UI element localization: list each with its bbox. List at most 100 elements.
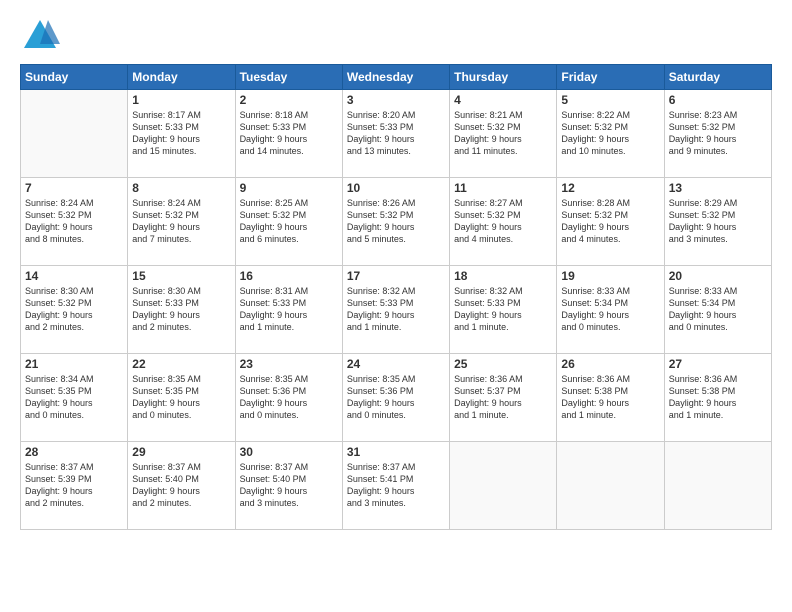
day-info: Sunrise: 8:32 AM Sunset: 5:33 PM Dayligh… — [347, 285, 445, 334]
day-number: 22 — [132, 357, 230, 371]
calendar-cell — [557, 442, 664, 530]
day-info: Sunrise: 8:24 AM Sunset: 5:32 PM Dayligh… — [25, 197, 123, 246]
day-number: 4 — [454, 93, 552, 107]
day-number: 9 — [240, 181, 338, 195]
day-info: Sunrise: 8:31 AM Sunset: 5:33 PM Dayligh… — [240, 285, 338, 334]
calendar-cell: 4 Sunrise: 8:21 AM Sunset: 5:32 PM Daylig… — [450, 90, 557, 178]
day-number: 1 — [132, 93, 230, 107]
day-number: 29 — [132, 445, 230, 459]
calendar-cell: 14 Sunrise: 8:30 AM Sunset: 5:32 PM Dayli… — [21, 266, 128, 354]
day-number: 23 — [240, 357, 338, 371]
calendar-cell: 20Sunrise: 8:33 AM Sunset: 5:34 PM Dayli… — [664, 266, 771, 354]
day-info: Sunrise: 8:33 AM Sunset: 5:34 PM Dayligh… — [561, 285, 659, 334]
calendar-cell: 13 Sunrise: 8:29 AM Sunset: 5:32 PM Dayli… — [664, 178, 771, 266]
logo-icon — [20, 16, 60, 56]
day-info: Sunrise: 8:35 AM Sunset: 5:35 PM Dayligh… — [132, 373, 230, 422]
calendar-cell: 8 Sunrise: 8:24 AM Sunset: 5:32 PM Daylig… — [128, 178, 235, 266]
day-info: Sunrise: 8:30 AM Sunset: 5:33 PM Dayligh… — [132, 285, 230, 334]
calendar-cell: 22 Sunrise: 8:35 AM Sunset: 5:35 PM Dayli… — [128, 354, 235, 442]
week-row-4: 21Sunrise: 8:34 AM Sunset: 5:35 PM Dayli… — [21, 354, 772, 442]
weekday-header-thursday: Thursday — [450, 65, 557, 90]
calendar-cell: 27 Sunrise: 8:36 AM Sunset: 5:38 PM Dayli… — [664, 354, 771, 442]
calendar-cell: 29 Sunrise: 8:37 AM Sunset: 5:40 PM Dayli… — [128, 442, 235, 530]
calendar-cell: 10Sunrise: 8:26 AM Sunset: 5:32 PM Dayli… — [342, 178, 449, 266]
calendar-cell: 24 Sunrise: 8:35 AM Sunset: 5:36 PM Dayli… — [342, 354, 449, 442]
day-number: 26 — [561, 357, 659, 371]
week-row-2: 7 Sunrise: 8:24 AM Sunset: 5:32 PM Daylig… — [21, 178, 772, 266]
day-number: 14 — [25, 269, 123, 283]
weekday-header-saturday: Saturday — [664, 65, 771, 90]
calendar-cell: 31 Sunrise: 8:37 AM Sunset: 5:41 PM Dayli… — [342, 442, 449, 530]
day-number: 17 — [347, 269, 445, 283]
calendar-cell: 11Sunrise: 8:27 AM Sunset: 5:32 PM Dayli… — [450, 178, 557, 266]
day-info: Sunrise: 8:20 AM Sunset: 5:33 PM Dayligh… — [347, 109, 445, 158]
day-info: Sunrise: 8:28 AM Sunset: 5:32 PM Dayligh… — [561, 197, 659, 246]
day-number: 18 — [454, 269, 552, 283]
calendar-cell: 15 Sunrise: 8:30 AM Sunset: 5:33 PM Dayli… — [128, 266, 235, 354]
day-number: 8 — [132, 181, 230, 195]
day-info: Sunrise: 8:37 AM Sunset: 5:41 PM Dayligh… — [347, 461, 445, 510]
calendar-cell: 26 Sunrise: 8:36 AM Sunset: 5:38 PM Dayli… — [557, 354, 664, 442]
day-info: Sunrise: 8:21 AM Sunset: 5:32 PM Dayligh… — [454, 109, 552, 158]
calendar-cell: 23 Sunrise: 8:35 AM Sunset: 5:36 PM Dayli… — [235, 354, 342, 442]
calendar-cell: 2 Sunrise: 8:18 AM Sunset: 5:33 PM Daylig… — [235, 90, 342, 178]
day-info: Sunrise: 8:36 AM Sunset: 5:38 PM Dayligh… — [669, 373, 767, 422]
day-info: Sunrise: 8:36 AM Sunset: 5:37 PM Dayligh… — [454, 373, 552, 422]
day-number: 27 — [669, 357, 767, 371]
day-info: Sunrise: 8:35 AM Sunset: 5:36 PM Dayligh… — [240, 373, 338, 422]
day-number: 24 — [347, 357, 445, 371]
day-info: Sunrise: 8:26 AM Sunset: 5:32 PM Dayligh… — [347, 197, 445, 246]
day-info: Sunrise: 8:29 AM Sunset: 5:32 PM Dayligh… — [669, 197, 767, 246]
day-info: Sunrise: 8:18 AM Sunset: 5:33 PM Dayligh… — [240, 109, 338, 158]
day-info: Sunrise: 8:24 AM Sunset: 5:32 PM Dayligh… — [132, 197, 230, 246]
weekday-header-monday: Monday — [128, 65, 235, 90]
day-info: Sunrise: 8:36 AM Sunset: 5:38 PM Dayligh… — [561, 373, 659, 422]
week-row-3: 14 Sunrise: 8:30 AM Sunset: 5:32 PM Dayli… — [21, 266, 772, 354]
calendar-cell — [21, 90, 128, 178]
weekday-header-tuesday: Tuesday — [235, 65, 342, 90]
day-number: 20 — [669, 269, 767, 283]
day-number: 19 — [561, 269, 659, 283]
day-number: 28 — [25, 445, 123, 459]
day-number: 12 — [561, 181, 659, 195]
week-row-5: 28 Sunrise: 8:37 AM Sunset: 5:39 PM Dayli… — [21, 442, 772, 530]
day-number: 2 — [240, 93, 338, 107]
day-info: Sunrise: 8:37 AM Sunset: 5:40 PM Dayligh… — [132, 461, 230, 510]
weekday-header-sunday: Sunday — [21, 65, 128, 90]
calendar-cell: 16 Sunrise: 8:31 AM Sunset: 5:33 PM Dayli… — [235, 266, 342, 354]
day-info: Sunrise: 8:25 AM Sunset: 5:32 PM Dayligh… — [240, 197, 338, 246]
calendar-cell — [450, 442, 557, 530]
day-info: Sunrise: 8:17 AM Sunset: 5:33 PM Dayligh… — [132, 109, 230, 158]
day-number: 13 — [669, 181, 767, 195]
day-info: Sunrise: 8:30 AM Sunset: 5:32 PM Dayligh… — [25, 285, 123, 334]
day-number: 31 — [347, 445, 445, 459]
calendar-cell: 1 Sunrise: 8:17 AM Sunset: 5:33 PM Daylig… — [128, 90, 235, 178]
calendar: SundayMondayTuesdayWednesdayThursdayFrid… — [20, 64, 772, 530]
week-row-1: 1 Sunrise: 8:17 AM Sunset: 5:33 PM Daylig… — [21, 90, 772, 178]
day-info: Sunrise: 8:34 AM Sunset: 5:35 PM Dayligh… — [25, 373, 123, 422]
day-number: 6 — [669, 93, 767, 107]
day-number: 15 — [132, 269, 230, 283]
calendar-cell: 7 Sunrise: 8:24 AM Sunset: 5:32 PM Daylig… — [21, 178, 128, 266]
calendar-cell: 25 Sunrise: 8:36 AM Sunset: 5:37 PM Dayli… — [450, 354, 557, 442]
day-number: 25 — [454, 357, 552, 371]
day-number: 5 — [561, 93, 659, 107]
day-info: Sunrise: 8:37 AM Sunset: 5:40 PM Dayligh… — [240, 461, 338, 510]
calendar-cell: 6Sunrise: 8:23 AM Sunset: 5:32 PM Daylig… — [664, 90, 771, 178]
day-info: Sunrise: 8:27 AM Sunset: 5:32 PM Dayligh… — [454, 197, 552, 246]
weekday-header-row: SundayMondayTuesdayWednesdayThursdayFrid… — [21, 65, 772, 90]
day-info: Sunrise: 8:37 AM Sunset: 5:39 PM Dayligh… — [25, 461, 123, 510]
logo — [20, 16, 60, 56]
calendar-cell: 18 Sunrise: 8:32 AM Sunset: 5:33 PM Dayli… — [450, 266, 557, 354]
weekday-header-friday: Friday — [557, 65, 664, 90]
day-number: 16 — [240, 269, 338, 283]
day-info: Sunrise: 8:32 AM Sunset: 5:33 PM Dayligh… — [454, 285, 552, 334]
calendar-cell: 30 Sunrise: 8:37 AM Sunset: 5:40 PM Dayli… — [235, 442, 342, 530]
day-info: Sunrise: 8:22 AM Sunset: 5:32 PM Dayligh… — [561, 109, 659, 158]
calendar-cell: 9 Sunrise: 8:25 AM Sunset: 5:32 PM Daylig… — [235, 178, 342, 266]
calendar-cell: 12 Sunrise: 8:28 AM Sunset: 5:32 PM Dayli… — [557, 178, 664, 266]
day-info: Sunrise: 8:35 AM Sunset: 5:36 PM Dayligh… — [347, 373, 445, 422]
day-number: 30 — [240, 445, 338, 459]
day-number: 7 — [25, 181, 123, 195]
header — [20, 16, 772, 56]
